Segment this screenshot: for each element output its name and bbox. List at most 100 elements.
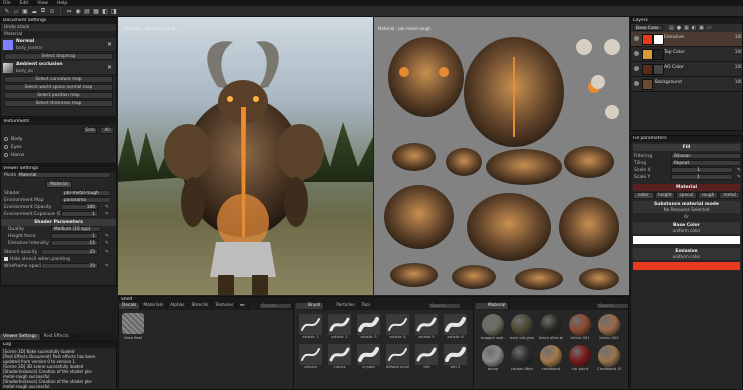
material-item[interactable]: bricks 002 <box>597 314 621 341</box>
brush-icon[interactable]: ✎ <box>3 7 11 15</box>
viewport-2d[interactable]: Material - pbr-metal-rough <box>374 17 629 295</box>
texture-set-horns[interactable]: Horns <box>4 152 24 160</box>
edit-icon[interactable]: ✎ <box>105 263 109 270</box>
layout-icon[interactable]: ▦ <box>92 7 100 15</box>
brush-item[interactable]: artistic 2 <box>328 314 351 340</box>
mode-dropdown[interactable]: Material <box>16 172 111 178</box>
eye-icon[interactable] <box>634 36 639 41</box>
envexp-slider[interactable]: 1 <box>61 211 98 217</box>
brush-item[interactable]: dirt 2 <box>444 344 467 370</box>
tiling-dropdown[interactable]: Repeat <box>671 160 741 166</box>
tab-material-shelf[interactable]: Material <box>476 303 510 309</box>
eye-icon[interactable] <box>634 66 639 71</box>
edit-icon[interactable]: ✎ <box>105 204 109 211</box>
material-item[interactable]: black olive bark <box>539 314 563 341</box>
base-color-swatch[interactable] <box>633 236 740 244</box>
tab-tool[interactable]: Tool <box>359 303 374 309</box>
view-3d-icon[interactable]: ◨ <box>110 7 118 15</box>
emissive-color-swatch[interactable] <box>633 262 740 270</box>
camera-icon[interactable]: ◉ <box>74 7 82 15</box>
chip-color[interactable]: color <box>633 192 654 199</box>
decal-thumbnail[interactable] <box>122 313 144 334</box>
material-item[interactable]: bagged wall... <box>481 314 505 341</box>
select-dropmap-button[interactable]: Select dropmap <box>4 53 113 60</box>
brush-item[interactable]: artistic 5 <box>415 314 438 340</box>
all-button[interactable]: All <box>100 127 114 134</box>
brush-item[interactable]: artistic 4 <box>386 314 409 340</box>
shader-params-header[interactable]: Shader Parameters <box>1 219 116 226</box>
tab-particles[interactable]: Particles <box>324 303 359 309</box>
material-item[interactable]: carbon fiber <box>510 345 534 372</box>
base-color-slot[interactable]: Base Color uniform color <box>633 222 740 234</box>
height-slider[interactable]: 1 <box>51 233 98 239</box>
hide-stencil-row[interactable]: Hide stencil when painting <box>1 256 116 263</box>
edit-icon[interactable]: ✎ <box>105 233 109 240</box>
quality-dropdown[interactable]: Medium (16 spp) <box>51 226 101 232</box>
select-position-button[interactable]: Select position map <box>4 92 113 99</box>
layer-opacity[interactable]: 100 <box>735 65 742 70</box>
envop-slider[interactable]: 100 <box>61 204 98 210</box>
texture-set-body[interactable]: Body <box>4 136 24 144</box>
close-icon[interactable]: ✕ <box>107 41 112 48</box>
brush-item[interactable]: artistic 3 <box>357 314 380 340</box>
tab-alphas[interactable]: Alphas <box>167 303 189 309</box>
edit-icon[interactable]: ✎ <box>105 240 109 247</box>
wireframe-slider[interactable]: 70 <box>41 263 98 269</box>
shelf-search-input[interactable]: Search... <box>259 303 292 309</box>
tab-material[interactable]: Material <box>46 181 72 188</box>
material-item[interactable]: car paint <box>568 345 592 372</box>
view-2d-icon[interactable]: ◧ <box>101 7 109 15</box>
eye-icon[interactable] <box>634 51 639 56</box>
scalex-slider[interactable]: 1 <box>671 167 733 173</box>
chip-specular[interactable]: specul <box>676 192 697 199</box>
fill-section-header[interactable]: Fill <box>633 144 740 151</box>
edit-icon[interactable]: ✎ <box>737 174 741 181</box>
material-item[interactable]: bark old green <box>510 314 534 341</box>
brush-item[interactable]: cellular <box>299 344 322 370</box>
brush-item[interactable]: dirt <box>415 344 438 370</box>
layer-opacity[interactable]: 100 <box>735 50 742 55</box>
emissive-slider[interactable]: 15 <box>51 240 98 246</box>
clone-icon[interactable]: ⧉ <box>39 7 47 15</box>
brush-item[interactable]: artistic 6 <box>444 314 467 340</box>
brush-item[interactable]: crystal <box>357 344 380 370</box>
layer-opacity[interactable]: 100 <box>735 80 742 85</box>
shader-dropdown[interactable]: pbr-metal-rough <box>61 190 111 196</box>
select-thickness-button[interactable]: Select thickness map <box>4 100 113 107</box>
solo-button[interactable]: Solo <box>83 127 97 134</box>
select-world-normal-button[interactable]: Select world space normal map <box>4 84 113 91</box>
menu-edit[interactable]: Edit <box>20 1 29 6</box>
scaley-slider[interactable]: 1 <box>671 174 733 180</box>
brush-item[interactable]: cracks <box>328 344 351 370</box>
brush-item[interactable]: artistic 1 <box>299 314 322 340</box>
brush-item[interactable]: default brush <box>386 344 409 370</box>
chevron-right-icon[interactable]: ▸▸ <box>237 303 249 309</box>
stencil-slider[interactable]: 25 <box>41 249 98 255</box>
menu-view[interactable]: View <box>37 1 48 6</box>
eraser-icon[interactable]: ▱ <box>12 7 20 15</box>
screenshot-icon[interactable]: ▤ <box>83 7 91 15</box>
tab-textures[interactable]: Textures <box>212 303 238 309</box>
texture-set-eyes[interactable]: Eyes <box>4 144 24 152</box>
select-curvature-button[interactable]: Select curvature map <box>4 76 113 83</box>
chip-rough[interactable]: rough <box>697 192 719 199</box>
tab-decals[interactable]: Decals <box>119 303 141 309</box>
tab-viewer-settings[interactable]: Viewer Settings <box>0 334 41 340</box>
filtering-dropdown[interactable]: Bilinear <box>671 153 741 159</box>
blend-channel-dropdown[interactable]: Base Color <box>633 25 663 31</box>
edit-icon[interactable]: ✎ <box>737 167 741 174</box>
projection-icon[interactable]: ▣ <box>21 7 29 15</box>
eye-icon[interactable] <box>634 81 639 86</box>
envmap-field[interactable]: panorama <box>61 197 111 203</box>
picker-icon[interactable]: ⊙ <box>48 7 56 15</box>
viewport-3d[interactable]: Material - pbr-metal-rough <box>118 17 373 295</box>
tab-brush[interactable]: Brush <box>296 303 325 309</box>
menu-file[interactable]: File <box>3 1 11 6</box>
chip-metal[interactable]: metal <box>719 192 740 199</box>
smudge-icon[interactable]: ☁ <box>30 7 38 15</box>
layer-ao-color[interactable]: AO Color 100 <box>631 62 742 77</box>
material-item[interactable]: bump <box>481 345 505 372</box>
material-item[interactable]: Cardboard 002 <box>597 345 621 372</box>
edit-icon[interactable]: ✎ <box>105 211 109 218</box>
ao-map-slot[interactable]: Ambient occlusion body_ao ✕ <box>1 61 116 75</box>
